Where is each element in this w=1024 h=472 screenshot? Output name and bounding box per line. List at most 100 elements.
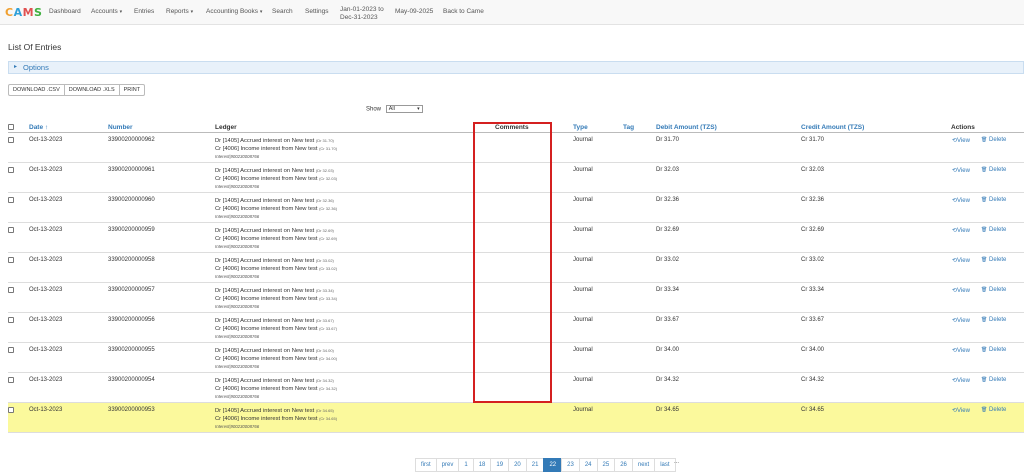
view-label: View: [957, 318, 970, 324]
view-link[interactable]: ⟲View: [952, 167, 970, 174]
col-type[interactable]: Type: [573, 124, 588, 131]
nav-accounts-label: Accounts: [91, 8, 118, 15]
delete-link[interactable]: 🗑 Delete: [981, 167, 1006, 173]
nav-accounts[interactable]: Accounts ▾: [91, 8, 122, 15]
ledger-debit-line: Dr [1405] Accrued interest on New test: [215, 228, 315, 234]
nav-accounting-books[interactable]: Accounting Books ▾: [206, 8, 262, 15]
page-link[interactable]: 1: [458, 458, 474, 472]
delete-link[interactable]: 🗑 Delete: [981, 287, 1006, 293]
view-link[interactable]: ⟲View: [952, 197, 970, 204]
delete-link[interactable]: 🗑 Delete: [981, 137, 1006, 143]
row-checkbox[interactable]: [8, 137, 14, 143]
col-date[interactable]: Date ↑: [29, 124, 48, 131]
col-number[interactable]: Number: [108, 124, 133, 131]
delete-label: Delete: [989, 347, 1007, 353]
page-link[interactable]: 26: [614, 458, 633, 472]
nav-dashboard[interactable]: Dashboard: [49, 8, 81, 15]
row-checkbox[interactable]: [8, 407, 14, 413]
ledger-narration: Interest|900230008766: [215, 364, 260, 369]
nav-current-date[interactable]: May-09-2025: [395, 8, 433, 15]
delete-link[interactable]: 🗑 Delete: [981, 227, 1006, 233]
ledger-credit-line: Cr [4006] Income interest from New test: [215, 206, 318, 212]
row-date: Oct-13-2023: [29, 347, 63, 353]
logo-letter: S: [34, 6, 43, 19]
row-checkbox[interactable]: [8, 377, 14, 383]
page-link[interactable]: 24: [578, 458, 598, 472]
page-link[interactable]: 20: [508, 458, 527, 472]
ledger-credit-amount: (Cr 31.70): [319, 146, 338, 151]
col-credit[interactable]: Credit Amount (TZS): [801, 124, 864, 131]
row-type: Journal: [573, 197, 593, 203]
row-checkbox[interactable]: [8, 257, 14, 263]
row-checkbox[interactable]: [8, 227, 14, 233]
row-ledger: Dr [1405] Accrued interest on New test (…: [215, 167, 337, 191]
nav-accounting-books-label: Accounting Books: [206, 8, 259, 15]
download-csv-button[interactable]: DOWNLOAD .CSV: [9, 85, 65, 95]
nav-back-to-came[interactable]: Back to Came: [443, 8, 484, 15]
ledger-debit-line: Dr [1405] Accrued interest on New test: [215, 258, 315, 264]
row-date: Oct-13-2023: [29, 227, 63, 233]
nav-entries[interactable]: Entries: [134, 8, 154, 15]
page-link[interactable]: 21: [525, 458, 545, 472]
row-checkbox[interactable]: [8, 317, 14, 323]
delete-link[interactable]: 🗑 Delete: [981, 377, 1006, 383]
row-checkbox[interactable]: [8, 167, 14, 173]
view-link[interactable]: ⟲View: [952, 137, 970, 144]
delete-link[interactable]: 🗑 Delete: [981, 197, 1006, 203]
nav-settings[interactable]: Settings: [305, 8, 329, 15]
nav-reports[interactable]: Reports ▾: [166, 8, 193, 15]
delete-link[interactable]: 🗑 Delete: [981, 347, 1006, 353]
page-link[interactable]: last: [654, 458, 676, 472]
view-link[interactable]: ⟲View: [952, 227, 970, 234]
view-link[interactable]: ⟲View: [952, 407, 970, 414]
ledger-debit-line: Dr [1405] Accrued interest on New test: [215, 318, 315, 324]
cams-logo[interactable]: CAMS: [5, 6, 42, 19]
page-link[interactable]: 22: [543, 458, 563, 472]
page-link[interactable]: 23: [561, 458, 580, 472]
view-label: View: [957, 348, 970, 354]
options-panel-toggle[interactable]: ▸ Options: [8, 61, 1024, 74]
view-link[interactable]: ⟲View: [952, 377, 970, 384]
page-link[interactable]: next: [631, 458, 656, 472]
delete-link[interactable]: 🗑 Delete: [981, 407, 1006, 413]
show-select[interactable]: All ▾: [385, 105, 423, 113]
select-all-checkbox[interactable]: [8, 124, 14, 130]
view-link[interactable]: ⟲View: [952, 287, 970, 294]
nav-search[interactable]: Search: [272, 8, 293, 15]
ledger-debit-amount: (Dr 32.36): [315, 198, 334, 203]
print-button[interactable]: PRINT: [120, 85, 145, 95]
delete-label: Delete: [989, 137, 1007, 143]
delete-link[interactable]: 🗑 Delete: [981, 317, 1006, 323]
page-title: List Of Entries: [8, 42, 62, 52]
row-date: Oct-13-2023: [29, 167, 63, 173]
row-number: 33900200000955: [108, 347, 155, 353]
page-link[interactable]: 25: [596, 458, 616, 472]
ledger-narration: Interest|900230008766: [215, 424, 260, 429]
row-debit: Dr 34.65: [656, 407, 680, 413]
view-link[interactable]: ⟲View: [952, 317, 970, 324]
col-debit[interactable]: Debit Amount (TZS): [656, 124, 717, 131]
show-select-value: All: [388, 106, 395, 112]
view-link[interactable]: ⟲View: [952, 257, 970, 264]
ledger-debit-line: Dr [1405] Accrued interest on New test: [215, 408, 315, 414]
nav-fiscal-period[interactable]: Jan-01-2023 to Dec-31-2023: [340, 6, 384, 22]
col-tag[interactable]: Tag: [623, 124, 634, 131]
delete-link[interactable]: 🗑 Delete: [981, 257, 1006, 263]
row-ledger: Dr [1405] Accrued interest on New test (…: [215, 347, 337, 371]
caret-down-icon: ▾: [259, 9, 263, 15]
view-link[interactable]: ⟲View: [952, 347, 970, 354]
page-link[interactable]: prev: [435, 458, 460, 472]
row-ledger: Dr [1405] Accrued interest on New test (…: [215, 407, 337, 431]
trash-icon: 🗑: [981, 167, 988, 173]
row-type: Journal: [573, 287, 593, 293]
row-number: 33900200000954: [108, 377, 155, 383]
row-checkbox[interactable]: [8, 287, 14, 293]
row-checkbox[interactable]: [8, 197, 14, 203]
page-link[interactable]: 18: [472, 458, 492, 472]
ledger-debit-amount: (Dr 34.65): [315, 408, 334, 413]
page-link[interactable]: first: [415, 458, 437, 472]
page-link[interactable]: 19: [490, 458, 510, 472]
row-checkbox[interactable]: [8, 347, 14, 353]
download-xls-button[interactable]: DOWNLOAD .XLS: [65, 85, 120, 95]
row-credit: Cr 34.65: [801, 407, 825, 413]
